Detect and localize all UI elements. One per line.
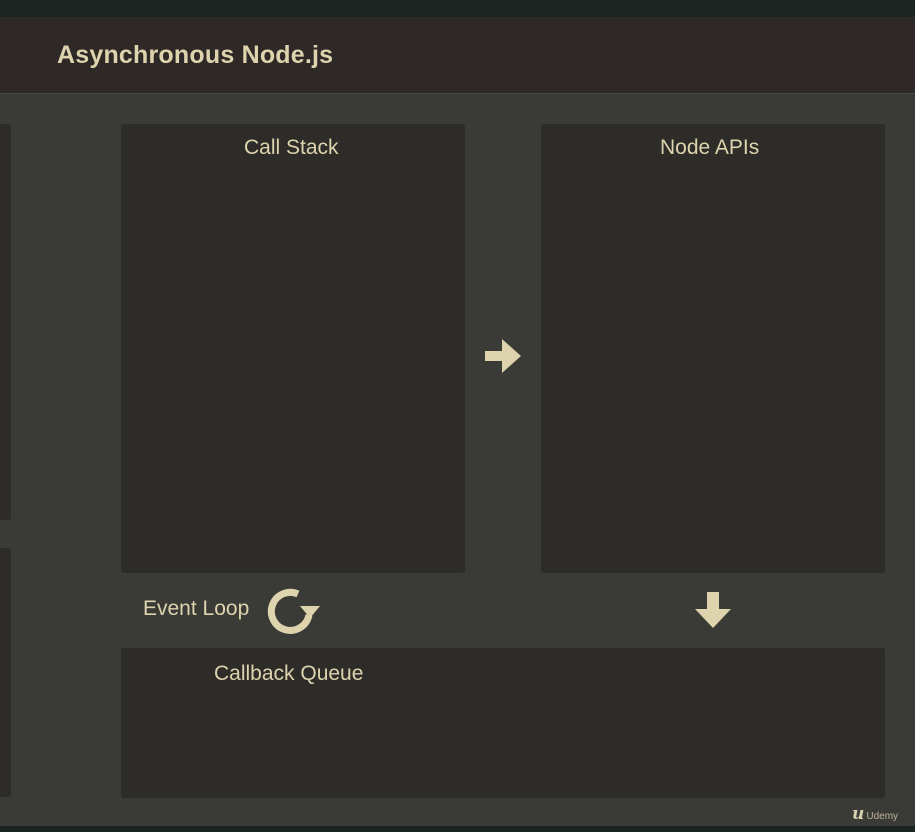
top-strip <box>0 0 915 17</box>
callback-queue-panel: Callback Queue <box>121 648 885 798</box>
call-stack-label: Call Stack <box>244 136 339 159</box>
arrow-down-icon <box>695 592 731 628</box>
refresh-icon <box>267 588 320 634</box>
event-loop-label: Event Loop <box>143 597 250 620</box>
callback-queue-label: Callback Queue <box>214 662 364 685</box>
node-apis-label: Node APIs <box>660 136 760 159</box>
bottom-strip <box>0 826 915 832</box>
slide-header: Asynchronous Node.js <box>0 17 915 94</box>
arrow-right-icon <box>485 339 521 373</box>
side-panel-bottom <box>0 548 11 797</box>
node-apis-panel: Node APIs <box>541 124 885 573</box>
udemy-logo: u <box>852 804 865 824</box>
udemy-brand-text: Udemy <box>866 811 899 822</box>
call-stack-panel: Call Stack <box>121 124 465 573</box>
slide-title: Asynchronous Node.js <box>57 41 334 69</box>
udemy-watermark: u Udemy <box>852 804 898 824</box>
side-panel-top <box>0 124 11 520</box>
